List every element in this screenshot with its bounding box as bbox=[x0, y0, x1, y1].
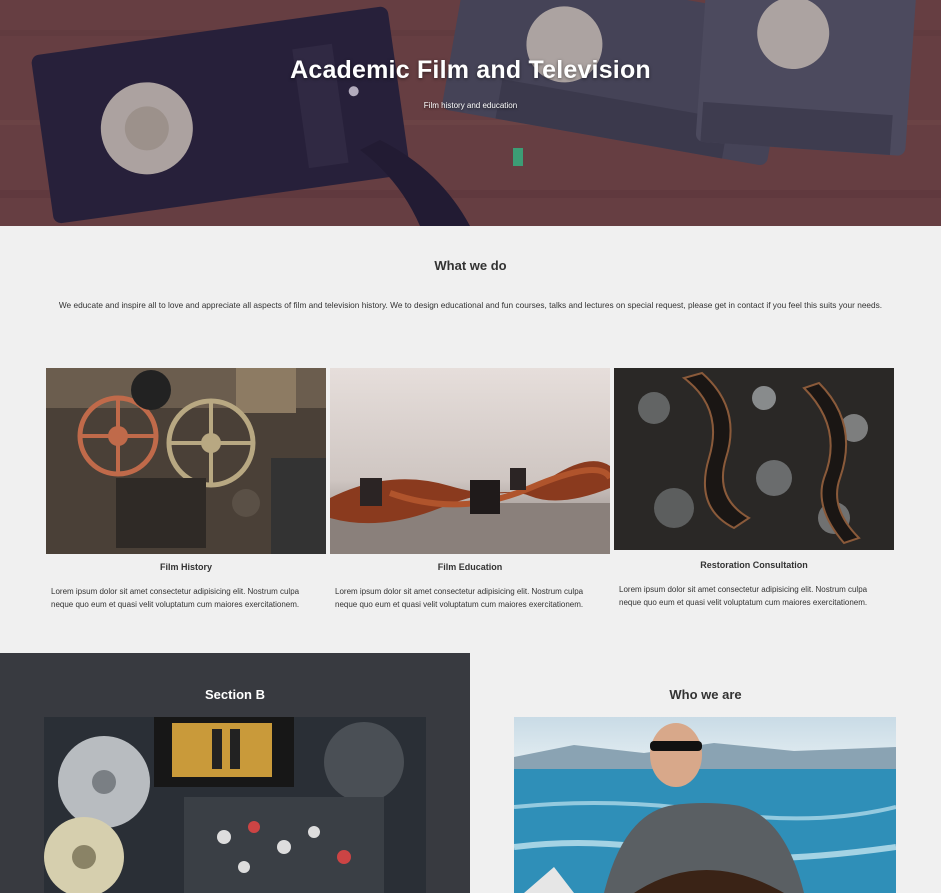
section-b: Section B bbox=[0, 653, 470, 893]
page-title: Academic Film and Television bbox=[290, 56, 651, 84]
card-text: Lorem ipsum dolor sit amet consectetur a… bbox=[51, 587, 300, 609]
what-we-do-heading: What we do bbox=[434, 258, 507, 273]
film-strip-canisters-image bbox=[330, 368, 610, 554]
card-title: Restoration Consultation bbox=[700, 560, 808, 570]
hero-overlay bbox=[0, 0, 941, 226]
hero-banner: Academic Film and Television Film histor… bbox=[0, 0, 941, 226]
card-text: Lorem ipsum dolor sit amet consectetur a… bbox=[335, 587, 584, 609]
card-text: Lorem ipsum dolor sit amet consectetur a… bbox=[619, 585, 868, 607]
service-card-film-history: Film History Lorem ipsum dolor sit amet … bbox=[46, 368, 326, 611]
section-b-heading: Section B bbox=[205, 687, 265, 702]
service-card-film-education: Film Education Lorem ipsum dolor sit ame… bbox=[330, 368, 610, 611]
who-we-are-heading: Who we are bbox=[669, 687, 742, 702]
film-editing-equipment-image bbox=[44, 717, 426, 893]
what-we-do-text: We educate and inspire all to love and a… bbox=[58, 300, 883, 310]
page-subtitle: Film history and education bbox=[423, 101, 518, 110]
service-card-restoration: Restoration Consultation Lorem ipsum dol… bbox=[614, 368, 894, 609]
man-on-boat-image bbox=[514, 717, 896, 893]
card-title: Film History bbox=[159, 562, 212, 572]
film-projector-reels-image bbox=[46, 368, 326, 554]
card-title: Film Education bbox=[437, 562, 503, 572]
film-strip-bokeh-image bbox=[614, 368, 894, 550]
